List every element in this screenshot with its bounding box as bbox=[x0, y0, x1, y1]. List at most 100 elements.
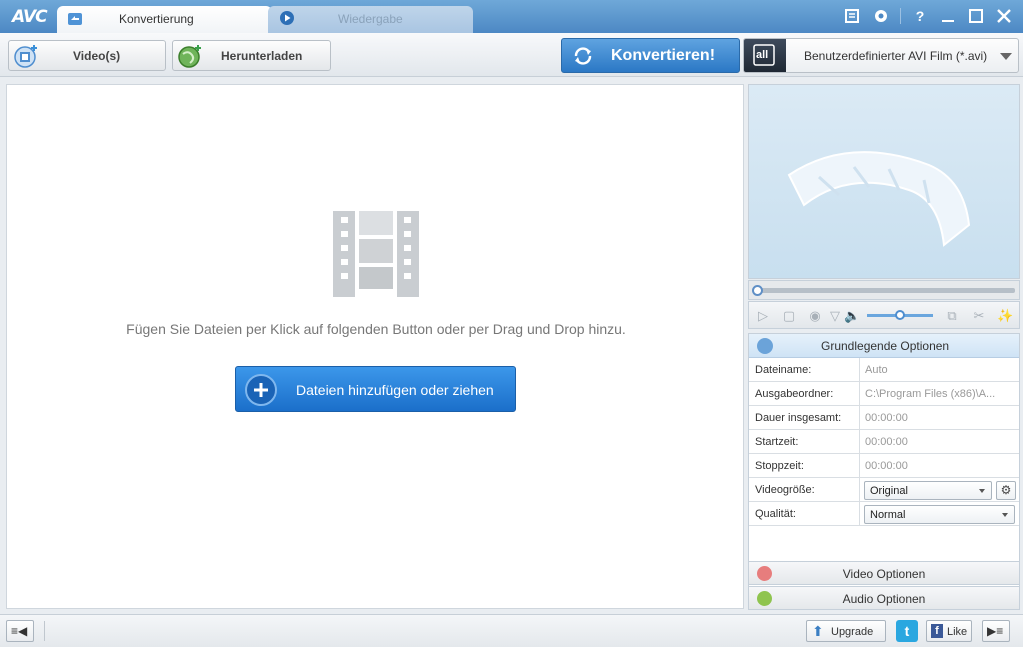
drop-hint-text: Fügen Sie Dateien per Klick auf folgende… bbox=[126, 321, 626, 337]
convert-icon bbox=[68, 13, 82, 25]
app-logo: AVC bbox=[12, 7, 48, 27]
like-label: Like bbox=[947, 626, 968, 638]
upgrade-label: Upgrade bbox=[831, 626, 874, 638]
download-label: Herunterladen bbox=[221, 49, 303, 63]
clip-icon[interactable]: ⧉ bbox=[944, 308, 960, 324]
chevron-down-icon[interactable]: ▽ bbox=[827, 308, 843, 324]
wrench-icon bbox=[757, 338, 773, 354]
add-files-button[interactable]: Dateien hinzufügen oder ziehen bbox=[235, 366, 516, 412]
chevron-down-icon[interactable] bbox=[1000, 53, 1012, 60]
option-key: Videogröße: bbox=[755, 484, 815, 496]
facebook-like-button[interactable]: f Like bbox=[926, 620, 972, 642]
output-folder-field[interactable]: C:\Program Files (x86)\A... bbox=[865, 388, 1013, 400]
option-key: Dateiname: bbox=[755, 364, 812, 376]
toggle-right-panel-button[interactable]: ▶≡ bbox=[982, 620, 1010, 642]
filename-field[interactable]: Auto bbox=[865, 364, 1013, 376]
divider bbox=[859, 382, 860, 406]
scissors-icon[interactable]: ✂ bbox=[971, 308, 987, 324]
gear-icon: ⚙ bbox=[1000, 483, 1012, 497]
help-button[interactable]: ? bbox=[911, 7, 929, 25]
panel-left-icon: ≡◀ bbox=[11, 624, 28, 638]
profile-icon-text: all bbox=[756, 49, 769, 61]
option-row-video-size: Videogröße: Original ⚙ bbox=[749, 478, 1019, 502]
file-drop-area[interactable]: Fügen Sie Dateien per Klick auf folgende… bbox=[6, 84, 744, 609]
play-icon[interactable]: ▷ bbox=[755, 308, 771, 324]
window-controls: ? bbox=[844, 7, 1013, 25]
tools-icon[interactable]: ✨ bbox=[997, 308, 1013, 324]
option-row-start-time: Startzeit: 00:00:00 bbox=[749, 430, 1019, 454]
panel-right-icon: ▶≡ bbox=[987, 624, 1004, 638]
divider bbox=[859, 502, 860, 526]
tab-konvertierung[interactable]: Konvertierung bbox=[57, 6, 272, 33]
maximize-icon[interactable] bbox=[967, 7, 985, 25]
option-key: Dauer insgesamt: bbox=[755, 412, 842, 424]
convert-button[interactable]: Konvertieren! bbox=[561, 38, 740, 73]
divider bbox=[859, 358, 860, 382]
basic-options-title: Grundlegende Optionen bbox=[821, 339, 950, 353]
toolbar: Video(s) Herunterladen Konvertieren! all… bbox=[0, 33, 1023, 77]
stop-time-field[interactable]: 00:00:00 bbox=[865, 460, 1013, 472]
seek-bar[interactable] bbox=[748, 280, 1020, 300]
plus-glyph bbox=[254, 383, 268, 397]
twitter-icon[interactable]: t bbox=[896, 620, 918, 642]
plus-icon bbox=[245, 374, 277, 406]
divider bbox=[859, 478, 860, 502]
divider bbox=[859, 454, 860, 478]
refresh-icon bbox=[574, 47, 592, 65]
camera-icon[interactable]: ◉ bbox=[807, 308, 823, 324]
close-icon[interactable] bbox=[995, 7, 1013, 25]
list-icon[interactable] bbox=[844, 7, 862, 25]
profile-label: Benutzerdefinierter AVI Film (*.avi) bbox=[804, 49, 988, 63]
minimize-icon[interactable] bbox=[939, 7, 957, 25]
video-options-section[interactable]: Video Optionen bbox=[748, 561, 1020, 585]
option-key: Stoppzeit: bbox=[755, 460, 804, 472]
option-row-duration: Dauer insgesamt: 00:00:00 bbox=[749, 406, 1019, 430]
film-reel-graphic bbox=[787, 151, 971, 247]
option-key: Startzeit: bbox=[755, 436, 799, 448]
film-strip-icon bbox=[333, 211, 419, 297]
globe-add-icon bbox=[178, 45, 201, 68]
divider bbox=[900, 8, 901, 24]
tab-label: Konvertierung bbox=[119, 12, 194, 26]
audio-options-section[interactable]: Audio Optionen bbox=[748, 586, 1020, 610]
add-video-button[interactable]: Video(s) bbox=[8, 40, 166, 71]
output-profile-select[interactable]: all Benutzerdefinierter AVI Film (*.avi) bbox=[743, 38, 1019, 73]
film-add-icon bbox=[14, 45, 37, 68]
quality-select[interactable]: Normal bbox=[864, 505, 1015, 524]
video-preview bbox=[748, 84, 1020, 279]
quality-value: Normal bbox=[870, 509, 906, 521]
chevron-down-icon bbox=[1002, 513, 1008, 517]
start-time-field[interactable]: 00:00:00 bbox=[865, 436, 1013, 448]
tab-label: Wiedergabe bbox=[338, 12, 403, 26]
divider bbox=[44, 621, 45, 641]
chevron-down-icon bbox=[979, 489, 985, 493]
video-size-select[interactable]: Original bbox=[864, 481, 992, 500]
toggle-left-panel-button[interactable]: ≡◀ bbox=[6, 620, 34, 642]
stop-icon[interactable]: ▢ bbox=[781, 308, 797, 324]
convert-label: Konvertieren! bbox=[611, 47, 716, 64]
duration-field: 00:00:00 bbox=[865, 412, 908, 424]
facebook-icon: f bbox=[931, 624, 943, 638]
title-bar: AVC Konvertierung Wiedergabe ? bbox=[0, 0, 1023, 33]
gear-icon[interactable] bbox=[872, 7, 890, 25]
option-row-output-folder: Ausgabeordner: C:\Program Files (x86)\A.… bbox=[749, 382, 1019, 406]
volume-icon[interactable]: 🔈 bbox=[844, 308, 860, 324]
video-options-label: Video Optionen bbox=[842, 567, 926, 581]
tab-wiedergabe[interactable]: Wiedergabe bbox=[268, 6, 473, 33]
video-size-settings-button[interactable]: ⚙ bbox=[996, 481, 1016, 500]
upgrade-button[interactable]: ⬆ Upgrade bbox=[806, 620, 886, 642]
play-circle-icon bbox=[280, 11, 294, 25]
option-key: Qualität: bbox=[755, 508, 796, 520]
option-row-filename: Dateiname: Auto bbox=[749, 358, 1019, 382]
video-size-value: Original bbox=[870, 485, 908, 497]
basic-options-header[interactable]: Grundlegende Optionen bbox=[749, 334, 1019, 358]
option-key: Ausgabeordner: bbox=[755, 388, 834, 400]
profile-all-icon: all bbox=[744, 39, 786, 72]
volume-knob[interactable] bbox=[895, 310, 905, 320]
add-video-label: Video(s) bbox=[73, 49, 121, 63]
option-row-quality: Qualität: Normal bbox=[749, 502, 1019, 526]
seek-knob[interactable] bbox=[752, 285, 763, 296]
seek-track bbox=[755, 288, 1015, 293]
download-button[interactable]: Herunterladen bbox=[172, 40, 331, 71]
status-bar: ≡◀ ⬆ Upgrade t f Like ▶≡ bbox=[0, 614, 1023, 647]
